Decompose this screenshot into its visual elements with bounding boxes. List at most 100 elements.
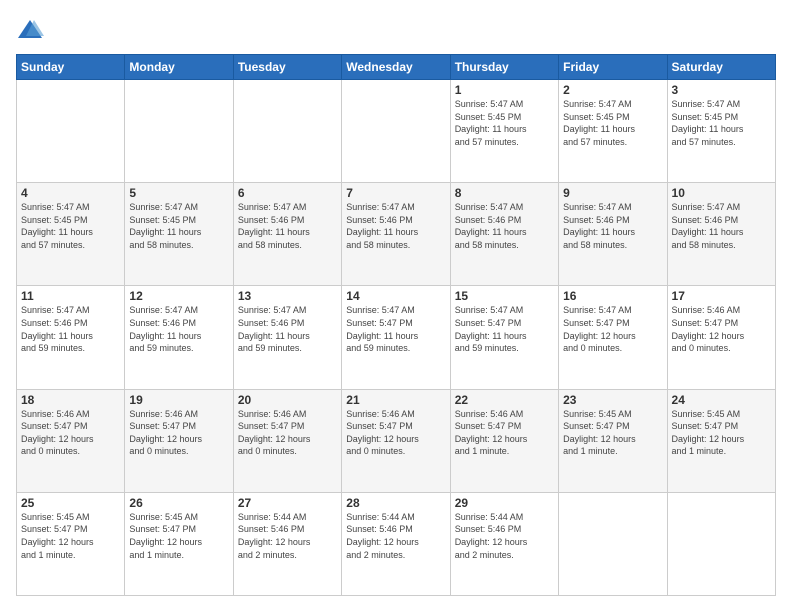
day-info: Sunrise: 5:47 AM Sunset: 5:46 PM Dayligh… — [21, 304, 120, 354]
day-info: Sunrise: 5:47 AM Sunset: 5:46 PM Dayligh… — [672, 201, 771, 251]
day-info: Sunrise: 5:47 AM Sunset: 5:45 PM Dayligh… — [672, 98, 771, 148]
day-info: Sunrise: 5:47 AM Sunset: 5:45 PM Dayligh… — [563, 98, 662, 148]
calendar-cell: 12Sunrise: 5:47 AM Sunset: 5:46 PM Dayli… — [125, 286, 233, 389]
day-info: Sunrise: 5:45 AM Sunset: 5:47 PM Dayligh… — [672, 408, 771, 458]
calendar-cell: 29Sunrise: 5:44 AM Sunset: 5:46 PM Dayli… — [450, 492, 558, 595]
day-number: 2 — [563, 83, 662, 97]
day-number: 15 — [455, 289, 554, 303]
day-info: Sunrise: 5:45 AM Sunset: 5:47 PM Dayligh… — [21, 511, 120, 561]
day-number: 25 — [21, 496, 120, 510]
day-header-thursday: Thursday — [450, 55, 558, 80]
week-row-5: 25Sunrise: 5:45 AM Sunset: 5:47 PM Dayli… — [17, 492, 776, 595]
day-info: Sunrise: 5:47 AM Sunset: 5:47 PM Dayligh… — [455, 304, 554, 354]
header — [16, 16, 776, 44]
day-number: 4 — [21, 186, 120, 200]
calendar-cell: 28Sunrise: 5:44 AM Sunset: 5:46 PM Dayli… — [342, 492, 450, 595]
calendar-cell: 18Sunrise: 5:46 AM Sunset: 5:47 PM Dayli… — [17, 389, 125, 492]
calendar-cell: 11Sunrise: 5:47 AM Sunset: 5:46 PM Dayli… — [17, 286, 125, 389]
calendar-cell: 5Sunrise: 5:47 AM Sunset: 5:45 PM Daylig… — [125, 183, 233, 286]
day-number: 23 — [563, 393, 662, 407]
day-number: 20 — [238, 393, 337, 407]
calendar-cell: 16Sunrise: 5:47 AM Sunset: 5:47 PM Dayli… — [559, 286, 667, 389]
day-info: Sunrise: 5:44 AM Sunset: 5:46 PM Dayligh… — [455, 511, 554, 561]
calendar-cell: 25Sunrise: 5:45 AM Sunset: 5:47 PM Dayli… — [17, 492, 125, 595]
day-number: 6 — [238, 186, 337, 200]
week-row-4: 18Sunrise: 5:46 AM Sunset: 5:47 PM Dayli… — [17, 389, 776, 492]
day-number: 12 — [129, 289, 228, 303]
day-info: Sunrise: 5:44 AM Sunset: 5:46 PM Dayligh… — [238, 511, 337, 561]
calendar-cell: 9Sunrise: 5:47 AM Sunset: 5:46 PM Daylig… — [559, 183, 667, 286]
day-number: 10 — [672, 186, 771, 200]
day-info: Sunrise: 5:45 AM Sunset: 5:47 PM Dayligh… — [129, 511, 228, 561]
week-row-2: 4Sunrise: 5:47 AM Sunset: 5:45 PM Daylig… — [17, 183, 776, 286]
week-row-3: 11Sunrise: 5:47 AM Sunset: 5:46 PM Dayli… — [17, 286, 776, 389]
calendar-cell: 20Sunrise: 5:46 AM Sunset: 5:47 PM Dayli… — [233, 389, 341, 492]
day-number: 19 — [129, 393, 228, 407]
day-info: Sunrise: 5:47 AM Sunset: 5:46 PM Dayligh… — [238, 304, 337, 354]
day-info: Sunrise: 5:44 AM Sunset: 5:46 PM Dayligh… — [346, 511, 445, 561]
logo-icon — [16, 16, 44, 44]
day-number: 28 — [346, 496, 445, 510]
logo — [16, 16, 48, 44]
calendar-cell — [667, 492, 775, 595]
calendar-cell: 6Sunrise: 5:47 AM Sunset: 5:46 PM Daylig… — [233, 183, 341, 286]
day-info: Sunrise: 5:47 AM Sunset: 5:46 PM Dayligh… — [129, 304, 228, 354]
day-info: Sunrise: 5:47 AM Sunset: 5:47 PM Dayligh… — [563, 304, 662, 354]
day-number: 13 — [238, 289, 337, 303]
day-info: Sunrise: 5:47 AM Sunset: 5:46 PM Dayligh… — [563, 201, 662, 251]
calendar-cell: 8Sunrise: 5:47 AM Sunset: 5:46 PM Daylig… — [450, 183, 558, 286]
day-number: 18 — [21, 393, 120, 407]
day-info: Sunrise: 5:46 AM Sunset: 5:47 PM Dayligh… — [238, 408, 337, 458]
day-info: Sunrise: 5:46 AM Sunset: 5:47 PM Dayligh… — [346, 408, 445, 458]
calendar-cell: 22Sunrise: 5:46 AM Sunset: 5:47 PM Dayli… — [450, 389, 558, 492]
calendar-cell: 15Sunrise: 5:47 AM Sunset: 5:47 PM Dayli… — [450, 286, 558, 389]
day-number: 7 — [346, 186, 445, 200]
week-row-1: 1Sunrise: 5:47 AM Sunset: 5:45 PM Daylig… — [17, 80, 776, 183]
calendar-cell — [233, 80, 341, 183]
day-number: 11 — [21, 289, 120, 303]
day-info: Sunrise: 5:47 AM Sunset: 5:45 PM Dayligh… — [455, 98, 554, 148]
calendar-cell: 4Sunrise: 5:47 AM Sunset: 5:45 PM Daylig… — [17, 183, 125, 286]
day-number: 24 — [672, 393, 771, 407]
day-number: 21 — [346, 393, 445, 407]
calendar-cell: 23Sunrise: 5:45 AM Sunset: 5:47 PM Dayli… — [559, 389, 667, 492]
day-number: 17 — [672, 289, 771, 303]
day-header-wednesday: Wednesday — [342, 55, 450, 80]
calendar-table: SundayMondayTuesdayWednesdayThursdayFrid… — [16, 54, 776, 596]
day-info: Sunrise: 5:46 AM Sunset: 5:47 PM Dayligh… — [455, 408, 554, 458]
day-number: 14 — [346, 289, 445, 303]
day-number: 9 — [563, 186, 662, 200]
day-info: Sunrise: 5:46 AM Sunset: 5:47 PM Dayligh… — [672, 304, 771, 354]
day-number: 26 — [129, 496, 228, 510]
calendar-cell — [17, 80, 125, 183]
calendar-cell — [342, 80, 450, 183]
calendar-cell: 13Sunrise: 5:47 AM Sunset: 5:46 PM Dayli… — [233, 286, 341, 389]
calendar-header-row: SundayMondayTuesdayWednesdayThursdayFrid… — [17, 55, 776, 80]
day-number: 3 — [672, 83, 771, 97]
calendar-cell: 1Sunrise: 5:47 AM Sunset: 5:45 PM Daylig… — [450, 80, 558, 183]
calendar-cell — [559, 492, 667, 595]
day-number: 27 — [238, 496, 337, 510]
day-info: Sunrise: 5:46 AM Sunset: 5:47 PM Dayligh… — [21, 408, 120, 458]
day-info: Sunrise: 5:47 AM Sunset: 5:46 PM Dayligh… — [238, 201, 337, 251]
day-info: Sunrise: 5:45 AM Sunset: 5:47 PM Dayligh… — [563, 408, 662, 458]
day-header-sunday: Sunday — [17, 55, 125, 80]
calendar-cell: 27Sunrise: 5:44 AM Sunset: 5:46 PM Dayli… — [233, 492, 341, 595]
day-info: Sunrise: 5:47 AM Sunset: 5:46 PM Dayligh… — [346, 201, 445, 251]
calendar-cell: 17Sunrise: 5:46 AM Sunset: 5:47 PM Dayli… — [667, 286, 775, 389]
day-info: Sunrise: 5:47 AM Sunset: 5:47 PM Dayligh… — [346, 304, 445, 354]
day-number: 22 — [455, 393, 554, 407]
day-number: 16 — [563, 289, 662, 303]
calendar-cell: 19Sunrise: 5:46 AM Sunset: 5:47 PM Dayli… — [125, 389, 233, 492]
day-header-tuesday: Tuesday — [233, 55, 341, 80]
day-number: 8 — [455, 186, 554, 200]
calendar-cell: 10Sunrise: 5:47 AM Sunset: 5:46 PM Dayli… — [667, 183, 775, 286]
day-number: 5 — [129, 186, 228, 200]
calendar-cell: 24Sunrise: 5:45 AM Sunset: 5:47 PM Dayli… — [667, 389, 775, 492]
calendar-cell: 3Sunrise: 5:47 AM Sunset: 5:45 PM Daylig… — [667, 80, 775, 183]
day-info: Sunrise: 5:47 AM Sunset: 5:45 PM Dayligh… — [129, 201, 228, 251]
calendar-cell: 2Sunrise: 5:47 AM Sunset: 5:45 PM Daylig… — [559, 80, 667, 183]
day-header-monday: Monday — [125, 55, 233, 80]
day-info: Sunrise: 5:47 AM Sunset: 5:46 PM Dayligh… — [455, 201, 554, 251]
day-info: Sunrise: 5:47 AM Sunset: 5:45 PM Dayligh… — [21, 201, 120, 251]
